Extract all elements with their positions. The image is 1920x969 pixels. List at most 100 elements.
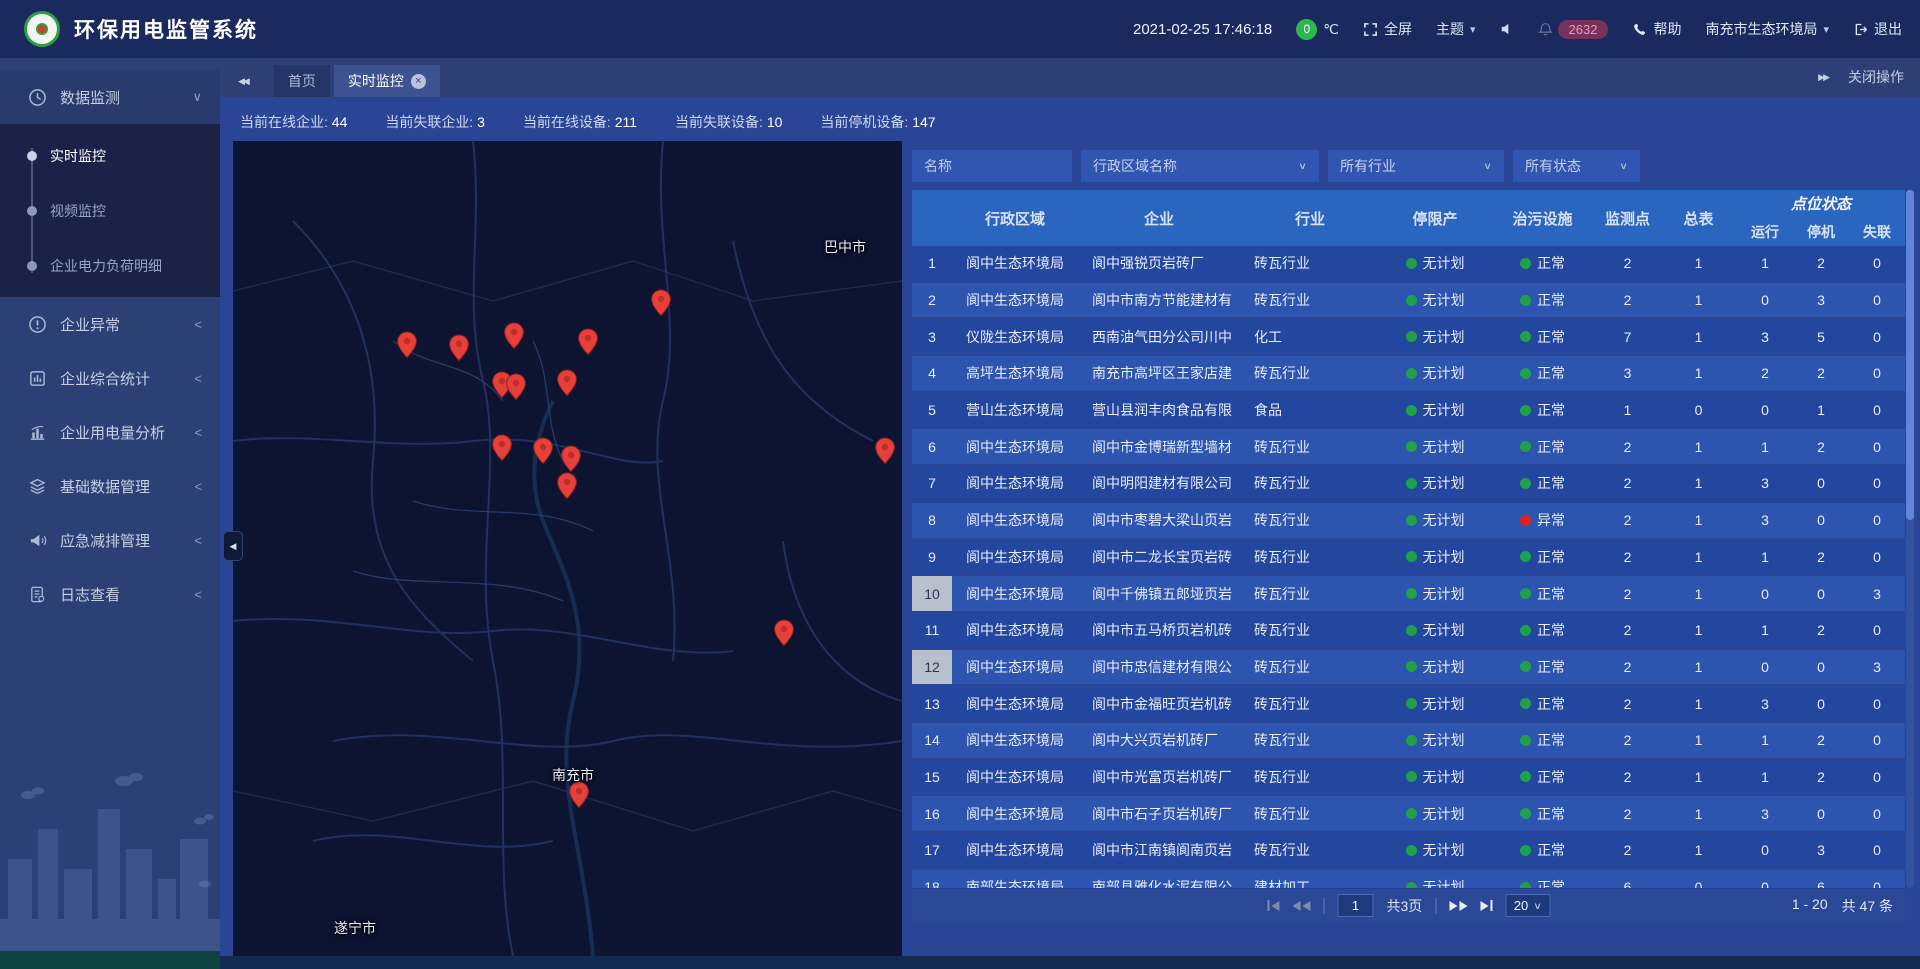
sidebar-subitem-视频监控[interactable]: 视频监控 xyxy=(0,183,220,238)
map-pin-icon[interactable] xyxy=(532,437,554,465)
sidebar-subitem-实时监控[interactable]: 实时监控 xyxy=(0,128,220,183)
table-row[interactable]: 17阆中生态环境局阆中市江南镇阆南页岩砖瓦行业无计划正常21030 xyxy=(912,833,1905,868)
table-row[interactable]: 2阆中生态环境局阆中市南方节能建材有砖瓦行业无计划正常21030 xyxy=(912,283,1905,318)
temperature-unit: ℃ xyxy=(1323,21,1339,38)
tab-close-icon[interactable]: × xyxy=(411,74,426,89)
map-collapse-button[interactable]: ◀ xyxy=(223,531,243,561)
status-dot-icon xyxy=(1520,735,1531,746)
limit-status-cell: 无计划 xyxy=(1380,429,1490,464)
column-header-facility: 治污设施 xyxy=(1490,190,1595,246)
map-pin-icon[interactable] xyxy=(577,328,599,356)
sidebar-item-基础数据管理[interactable]: 基础数据管理< xyxy=(0,459,220,513)
fullscreen-button[interactable]: 全屏 xyxy=(1363,19,1412,39)
lost-count-cell: 0 xyxy=(1849,283,1905,318)
tabs-scroll-right-icon[interactable]: ▶▶ xyxy=(1818,72,1828,83)
map-pin-icon[interactable] xyxy=(448,334,470,362)
map-pin-icon[interactable] xyxy=(503,322,525,350)
sidebar-subitem-企业电力负荷明细[interactable]: 企业电力负荷明细 xyxy=(0,238,220,293)
region-filter-select[interactable]: 行政区域名称 ∨ xyxy=(1081,150,1319,182)
stopped-count-cell: 0 xyxy=(1793,796,1849,831)
table-row[interactable]: 11阆中生态环境局阆中市五马桥页岩机砖砖瓦行业无计划正常21120 xyxy=(912,613,1905,648)
help-button[interactable]: 帮助 xyxy=(1632,19,1681,39)
total-meter-cell: 1 xyxy=(1660,760,1737,795)
lost-count-cell: 0 xyxy=(1849,760,1905,795)
region-filter-value: 行政区域名称 xyxy=(1093,156,1177,176)
status-dot-icon xyxy=(1406,698,1417,709)
running-count-cell: 2 xyxy=(1737,356,1793,391)
sidebar-item-数据监测[interactable]: 数据监测∨ xyxy=(0,70,220,124)
map-pin-icon[interactable] xyxy=(556,369,578,397)
table-row[interactable]: 13阆中生态环境局阆中市金福旺页岩机砖砖瓦行业无计划正常21300 xyxy=(912,686,1905,721)
name-filter-input[interactable] xyxy=(912,150,1072,182)
sidebar-item-日志查看[interactable]: 日志查看< xyxy=(0,567,220,621)
map-pin-icon[interactable] xyxy=(491,434,513,462)
table-row[interactable]: 12阆中生态环境局阆中市忠信建材有限公砖瓦行业无计划正常21003 xyxy=(912,650,1905,685)
map-pin-icon[interactable] xyxy=(650,289,672,317)
close-operations-button[interactable]: 关闭操作 xyxy=(1848,67,1904,87)
table-row[interactable]: 10阆中生态环境局阆中千佛镇五郎垭页岩砖瓦行业无计划正常21003 xyxy=(912,576,1905,611)
table-row[interactable]: 14阆中生态环境局阆中大兴页岩机砖厂砖瓦行业无计划正常21120 xyxy=(912,723,1905,758)
sidebar-item-label: 基础数据管理 xyxy=(60,476,150,497)
map-pin-icon[interactable] xyxy=(560,445,582,473)
total-pages-label: 共3页 xyxy=(1386,896,1422,916)
map-pin-icon[interactable] xyxy=(874,437,896,465)
region-cell: 仪陇生态环境局 xyxy=(952,319,1078,354)
name-filter-field[interactable] xyxy=(912,150,1072,182)
table-row[interactable]: 4高坪生态环境局南充市高坪区王家店建砖瓦行业无计划正常31220 xyxy=(912,356,1905,391)
logout-button[interactable]: 退出 xyxy=(1853,19,1902,39)
table-row[interactable]: 6阆中生态环境局阆中市金博瑞新型墙材砖瓦行业无计划正常21120 xyxy=(912,429,1905,464)
table-row[interactable]: 8阆中生态环境局阆中市枣碧大梁山页岩砖瓦行业无计划异常21300 xyxy=(912,503,1905,538)
industry-filter-select[interactable]: 所有行业 ∨ xyxy=(1328,150,1504,182)
table-row[interactable]: 5营山生态环境局营山县润丰肉食品有限食品无计划正常10010 xyxy=(912,393,1905,428)
tab-首页[interactable]: 首页 xyxy=(274,65,330,97)
map-pin-icon[interactable] xyxy=(556,472,578,500)
pagination-page-input[interactable] xyxy=(1337,894,1373,917)
status-dot-icon xyxy=(1520,845,1531,856)
sidebar-item-应急减排管理[interactable]: 应急减排管理< xyxy=(0,513,220,567)
table-row[interactable]: 7阆中生态环境局阆中明阳建材有限公司砖瓦行业无计划正常21300 xyxy=(912,466,1905,501)
company-cell: 南充市高坪区王家店建 xyxy=(1078,356,1240,391)
company-cell: 阆中明阳建材有限公司 xyxy=(1078,466,1240,501)
page-size-select[interactable]: 20 ∨ xyxy=(1506,894,1550,917)
table-row[interactable]: 16阆中生态环境局阆中市石子页岩机砖厂砖瓦行业无计划正常21300 xyxy=(912,796,1905,831)
table-row[interactable]: 9阆中生态环境局阆中市二龙长宝页岩砖砖瓦行业无计划正常21120 xyxy=(912,540,1905,575)
pagination-first-button[interactable] xyxy=(1267,900,1280,911)
total-meter-cell: 1 xyxy=(1660,466,1737,501)
map-pin-icon[interactable] xyxy=(568,781,590,809)
theme-dropdown[interactable]: 主题 ▾ xyxy=(1436,19,1476,39)
status-filter-select[interactable]: 所有状态 ∨ xyxy=(1513,150,1640,182)
sidebar-item-企业综合统计[interactable]: 企业综合统计< xyxy=(0,351,220,405)
org-dropdown[interactable]: 南充市生态环境局 ▾ xyxy=(1705,19,1829,39)
map-city-label-遂宁市: 遂宁市 xyxy=(334,918,376,938)
sidebar-item-企业用电量分析[interactable]: 企业用电量分析< xyxy=(0,405,220,459)
notifications-button[interactable]: 2632 xyxy=(1538,20,1609,39)
status-dot-icon xyxy=(1406,295,1417,306)
column-header-lost: 失联 xyxy=(1849,217,1905,246)
total-meter-cell: 1 xyxy=(1660,613,1737,648)
table-row[interactable]: 15阆中生态环境局阆中市光富页岩机砖厂砖瓦行业无计划正常21120 xyxy=(912,760,1905,795)
mute-speaker-icon[interactable] xyxy=(1500,22,1514,36)
running-count-cell: 0 xyxy=(1737,870,1793,888)
tabs-scroll-left-icon[interactable]: ◀◀ xyxy=(238,76,248,87)
chevron-down-icon: ∨ xyxy=(192,89,202,105)
map-pin-icon[interactable] xyxy=(505,373,527,401)
monitor-count-cell: 6 xyxy=(1595,870,1660,888)
map-pin-icon[interactable] xyxy=(396,331,418,359)
table-row[interactable]: 1阆中生态环境局阆中强锐页岩砖厂砖瓦行业无计划正常21120 xyxy=(912,246,1905,281)
region-cell: 阆中生态环境局 xyxy=(952,686,1078,721)
map-pin-icon[interactable] xyxy=(773,619,795,647)
map-panel[interactable]: 巴中市南充市遂宁市 ◀ xyxy=(233,141,902,956)
pagination-prev-button[interactable] xyxy=(1292,901,1310,911)
point-status-group-label: 点位状态 xyxy=(1737,190,1905,217)
table-row[interactable]: 3仪陇生态环境局西南油气田分公司川中化工无计划正常71350 xyxy=(912,319,1905,354)
pagination-next-button[interactable] xyxy=(1449,901,1467,911)
total-meter-cell: 1 xyxy=(1660,319,1737,354)
pagination-last-button[interactable] xyxy=(1480,900,1493,911)
tab-实时监控[interactable]: 实时监控× xyxy=(334,65,440,97)
sidebar-item-label: 日志查看 xyxy=(60,584,120,605)
table-scrollbar[interactable] xyxy=(1906,190,1914,888)
region-cell: 阆中生态环境局 xyxy=(952,283,1078,318)
table-row[interactable]: 18南部生态环境局南部县雅化水泥有限公建材加工无计划正常60060 xyxy=(912,870,1905,888)
sidebar-item-企业异常[interactable]: 企业异常< xyxy=(0,297,220,351)
scrollbar-thumb[interactable] xyxy=(1906,190,1914,520)
